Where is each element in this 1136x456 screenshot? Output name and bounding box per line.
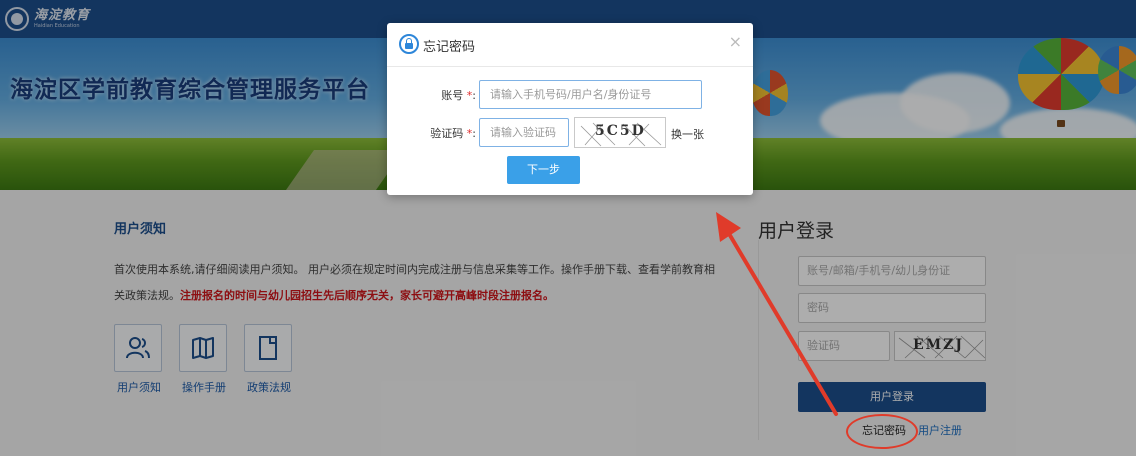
refresh-captcha-link[interactable]: 换一张 xyxy=(671,126,704,142)
close-icon[interactable]: × xyxy=(729,32,742,51)
modal-header: 忘记密码 × xyxy=(387,23,753,67)
annotation-circle xyxy=(846,414,918,449)
modal-title: 忘记密码 xyxy=(423,40,476,55)
captcha-label: 验证码 *: xyxy=(430,127,476,140)
captcha-image[interactable]: 5C5D xyxy=(574,117,666,148)
captcha-text: 5C5D xyxy=(595,123,646,139)
label-colon: : xyxy=(472,127,476,140)
captcha-input[interactable]: 请输入验证码 xyxy=(479,118,569,147)
lock-icon xyxy=(399,34,419,54)
next-step-button[interactable]: 下一步 xyxy=(507,156,580,184)
account-label: 账号 *: xyxy=(441,89,476,102)
label-colon: : xyxy=(472,89,476,102)
account-input[interactable]: 请输入手机号码/用户名/身份证号 xyxy=(479,80,702,109)
